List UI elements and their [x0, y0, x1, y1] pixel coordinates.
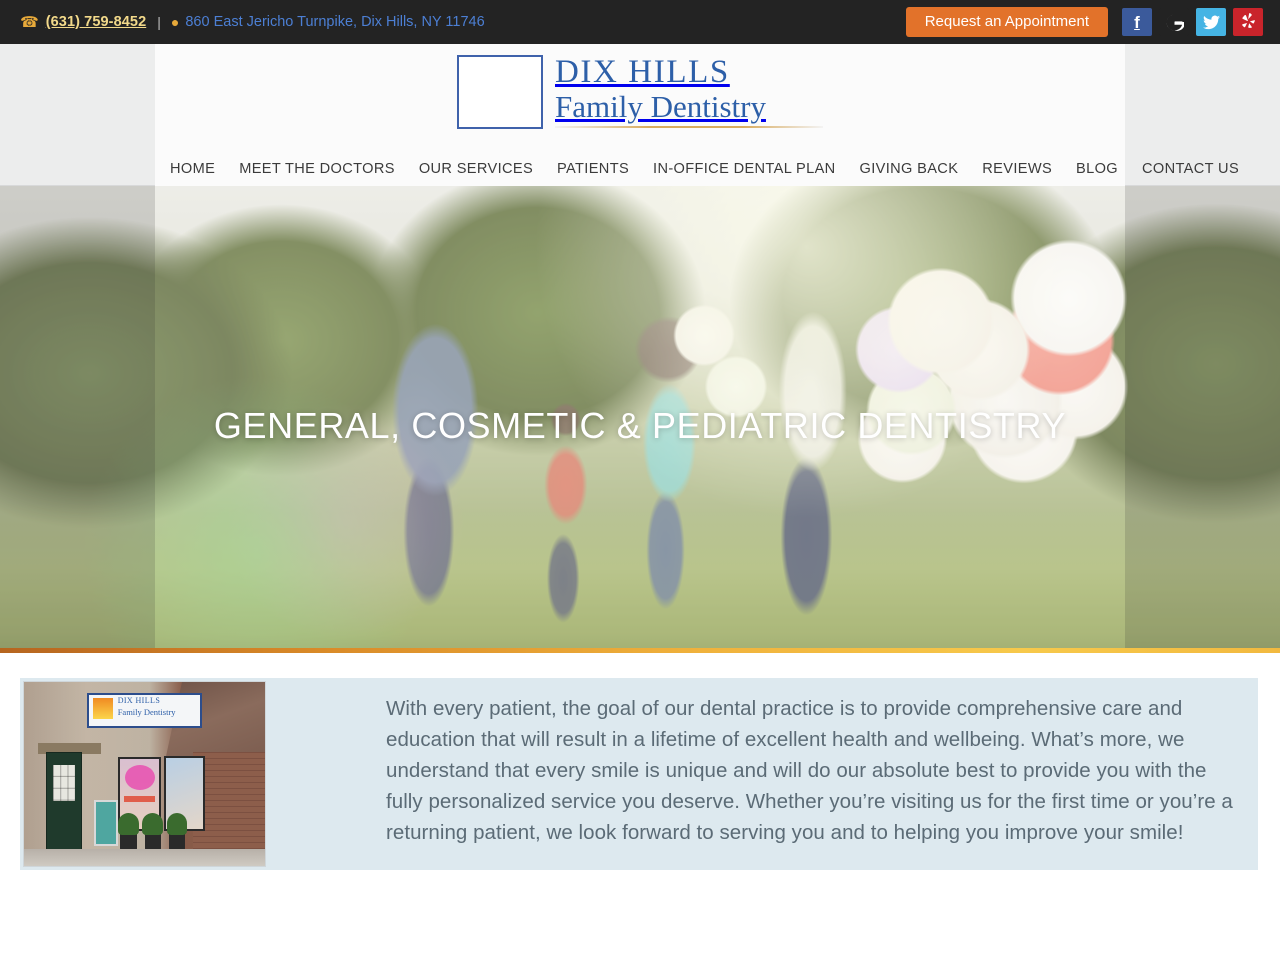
nav-item-meet-the-doctors[interactable]: MEET THE DOCTORS — [227, 152, 407, 186]
topbar-contact-group: ☎ (631) 759-8452 | ● 860 East Jericho Tu… — [20, 0, 485, 44]
google-icon[interactable] — [1159, 8, 1189, 36]
hero-bottom-accent-bar — [0, 648, 1280, 653]
yelp-icon[interactable] — [1233, 8, 1263, 36]
topbar-separator: | — [157, 14, 161, 30]
office-exterior-photo: DIX HILLS Family Dentistry — [23, 681, 266, 867]
nav-item-in-office-dental-plan[interactable]: IN-OFFICE DENTAL PLAN — [641, 152, 848, 186]
map-pin-icon: ● — [170, 14, 180, 30]
office-sign-line2: Family Dentistry — [117, 707, 176, 718]
office-sign-emblem-icon — [93, 698, 114, 720]
nav-item-home[interactable]: HOME — [158, 152, 227, 186]
nav-item-patients[interactable]: PATIENTS — [545, 152, 641, 186]
nav-item-our-services[interactable]: OUR SERVICES — [407, 152, 545, 186]
facebook-icon[interactable]: f — [1122, 8, 1152, 36]
nav-item-contact-us[interactable]: CONTACT US — [1130, 152, 1251, 186]
site-logo[interactable]: DIX HILLS Family Dentistry — [457, 55, 823, 129]
phone-number-link[interactable]: (631) 759-8452 — [46, 14, 147, 30]
office-sign-line1: DIX HILLS — [117, 695, 161, 705]
request-appointment-button[interactable]: Request an Appointment — [905, 7, 1108, 37]
twitter-icon[interactable] — [1196, 8, 1226, 36]
nav-item-reviews[interactable]: REVIEWS — [970, 152, 1064, 186]
logo-title-line2: Family Dentistry — [555, 88, 766, 124]
logo-emblem-icon — [457, 55, 543, 129]
logo-underline — [555, 125, 823, 128]
hero-heading: GENERAL, COSMETIC & PEDIATRIC DENTISTRY — [213, 405, 1067, 446]
top-contact-bar: ☎ (631) 759-8452 | ● 860 East Jericho Tu… — [0, 0, 1280, 44]
topbar-actions: Request an Appointment f — [905, 0, 1280, 44]
address-link[interactable]: 860 East Jericho Turnpike, Dix Hills, NY… — [185, 14, 484, 30]
intro-paragraph: With every patient, the goal of our dent… — [386, 697, 1233, 844]
main-navigation: HOME MEET THE DOCTORS OUR SERVICES PATIE… — [155, 152, 1239, 186]
social-links: f — [1122, 8, 1263, 36]
nav-item-giving-back[interactable]: GIVING BACK — [848, 152, 971, 186]
phone-icon: ☎ — [20, 13, 39, 31]
logo-title-line1: DIX HILLS — [555, 54, 730, 91]
office-sign: DIX HILLS Family Dentistry — [86, 693, 203, 728]
nav-item-blog[interactable]: BLOG — [1064, 152, 1130, 186]
